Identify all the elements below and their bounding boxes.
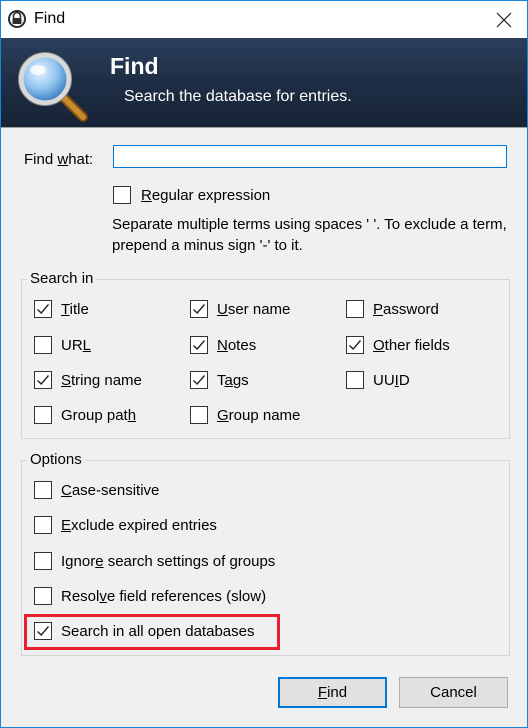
title-label[interactable]: Title [61,301,89,318]
header-banner: Find Search the database for entries. [1,38,527,128]
other-fields-label[interactable]: Other fields [373,337,450,354]
find-button[interactable]: Find [278,677,387,708]
user-name-checkbox[interactable] [190,300,208,318]
regex-checkbox[interactable] [113,186,131,204]
ignore-search-settings-of-groups-checkbox[interactable] [34,552,52,570]
window-title: Find [34,10,66,27]
checkmark-icon [193,304,206,315]
user-name-label[interactable]: User name [217,301,290,318]
url-label[interactable]: URL [61,337,91,354]
banner-subtitle: Search the database for entries. [124,88,352,105]
close-icon [496,12,512,27]
highlight-box [24,614,280,650]
case-sensitive-label[interactable]: Case-sensitive [61,482,159,499]
password-label[interactable]: Password [373,301,439,318]
tags-label[interactable]: Tags [217,372,249,389]
title-checkbox[interactable] [34,300,52,318]
uuid-checkbox[interactable] [346,371,364,389]
checkmark-icon [349,340,362,351]
options-title: Options [27,451,85,468]
keepass-lock-icon [8,10,26,28]
find-what-label: Find what: [24,151,94,168]
search-in-title: Search in [27,270,97,287]
password-checkbox[interactable] [346,300,364,318]
search-hint: Separate multiple terms using spaces ' '… [112,216,507,254]
find-what-input[interactable] [113,145,507,168]
exclude-expired-entries-label[interactable]: Exclude expired entries [61,517,217,534]
checkmark-icon [37,375,50,386]
tags-checkbox[interactable] [190,371,208,389]
find-dialog: Find Find Search the database for entrie… [0,0,528,728]
resolve-field-references-slow-checkbox[interactable] [34,587,52,605]
uuid-label[interactable]: UUID [373,372,410,389]
regex-label[interactable]: Regular expression [141,187,270,204]
group-path-checkbox[interactable] [34,406,52,424]
exclude-expired-entries-checkbox[interactable] [34,516,52,534]
resolve-field-references-slow-label[interactable]: Resolve field references (slow) [61,588,266,605]
magnifier-icon [18,52,88,122]
notes-label[interactable]: Notes [217,337,256,354]
banner-title: Find [110,53,159,79]
url-checkbox[interactable] [34,336,52,354]
checkmark-icon [193,340,206,351]
case-sensitive-checkbox[interactable] [34,481,52,499]
string-name-checkbox[interactable] [34,371,52,389]
group-name-checkbox[interactable] [190,406,208,424]
notes-checkbox[interactable] [190,336,208,354]
cancel-button[interactable]: Cancel [399,677,508,708]
group-name-label[interactable]: Group name [217,407,300,424]
string-name-label[interactable]: String name [61,372,142,389]
title-bar: Find [1,1,527,38]
group-path-label[interactable]: Group path [61,407,136,424]
checkmark-icon [193,375,206,386]
ignore-search-settings-of-groups-label[interactable]: Ignore search settings of groups [61,553,275,570]
close-button[interactable] [481,1,527,38]
checkmark-icon [37,304,50,315]
other-fields-checkbox[interactable] [346,336,364,354]
